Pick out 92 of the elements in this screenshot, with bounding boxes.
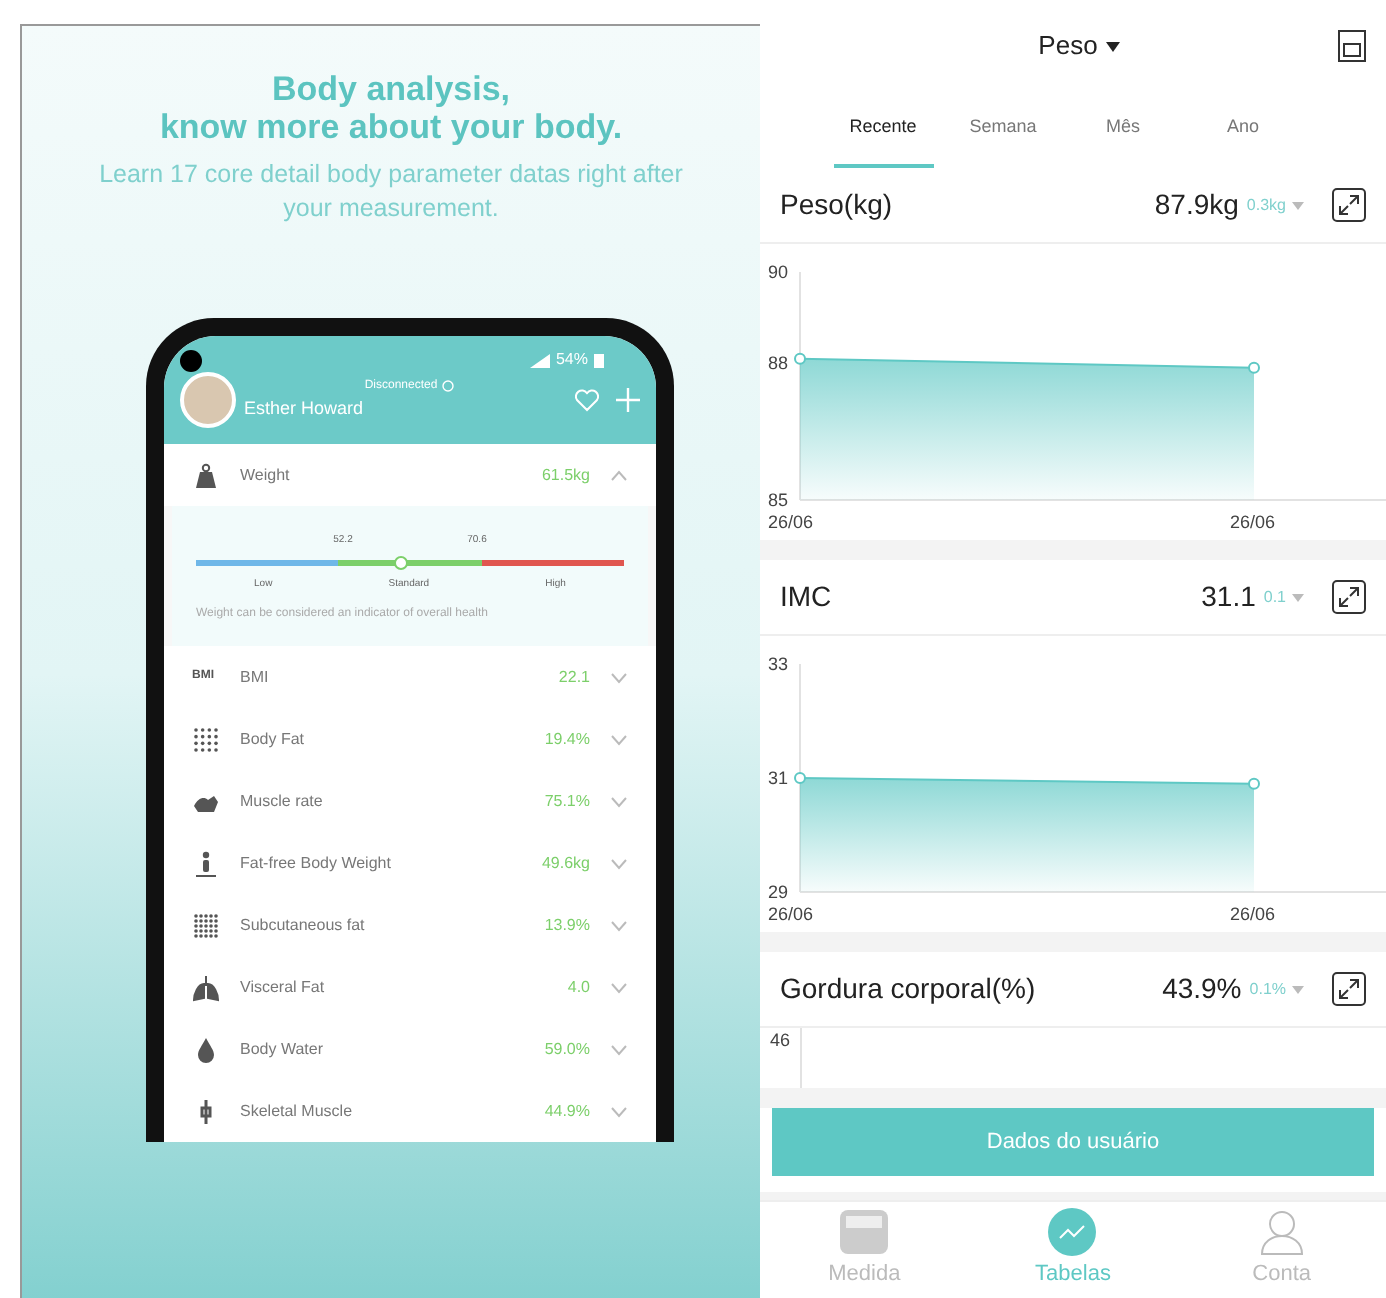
x-tick-label: 26/06	[1230, 904, 1276, 924]
data-point	[1248, 777, 1260, 790]
promo-title: Body analysis,	[271, 70, 511, 108]
metric-row[interactable]: Body Fat 19.4%	[164, 708, 656, 770]
x-tick-label: 26/06	[768, 904, 814, 924]
chevron-down-icon[interactable]	[610, 857, 628, 869]
period-tab[interactable]: Ano	[1193, 92, 1293, 168]
down-triangle-icon	[1292, 985, 1304, 993]
person-icon	[1257, 1208, 1306, 1257]
x-tick-label: 26/06	[768, 512, 814, 532]
metric-value: 13.9%	[544, 913, 590, 937]
x-tick-label: 26/06	[1230, 512, 1276, 532]
chevron-down-icon[interactable]	[610, 671, 628, 683]
metric-label: Body Fat	[240, 727, 307, 751]
metric-label: Visceral Fat	[240, 975, 327, 999]
chevron-down-icon[interactable]	[610, 733, 628, 745]
plus-icon[interactable]	[616, 388, 640, 412]
drop-icon	[192, 1035, 220, 1063]
info-icon[interactable]	[441, 380, 454, 393]
current-value: 43.9%	[1162, 970, 1242, 1008]
y-tick-label: 29	[768, 882, 789, 902]
data-point	[794, 352, 806, 365]
dropdown-caret-icon[interactable]	[1105, 41, 1120, 51]
section-title: IMC	[780, 578, 834, 616]
metric-value: 19.4%	[544, 727, 590, 751]
expand-icon[interactable]	[1332, 580, 1366, 614]
data-point	[794, 772, 806, 784]
metric-row[interactable]: Muscle rate 75.1%	[164, 770, 656, 832]
battery-icon	[594, 352, 604, 368]
scale-icon	[838, 1208, 891, 1257]
change-value: 0.1	[1263, 585, 1286, 609]
person-icon	[192, 849, 220, 877]
expand-icon[interactable]	[1332, 972, 1366, 1006]
metric-row[interactable]: Visceral Fat 4.0	[164, 956, 656, 1018]
metric-row[interactable]: Skeletal Muscle 44.9%	[164, 1080, 656, 1142]
metric-value: 44.9%	[544, 1099, 590, 1123]
y-tick-label: 33	[768, 654, 789, 674]
promo-subtitle: Learn 17 core detail body parameter datas right after your measurement.	[97, 158, 685, 226]
metric-label: Muscle rate	[240, 789, 325, 813]
dotted-grid-icon	[192, 911, 220, 939]
avatar[interactable]	[180, 372, 236, 428]
metric-value: 49.6kg	[541, 851, 590, 875]
metric-label: Fat-free Body Weight	[240, 851, 393, 875]
section-title: Peso(kg)	[780, 186, 895, 224]
chart-icon	[1048, 1208, 1097, 1257]
signal-icon	[529, 353, 550, 367]
metric-row[interactable]: Weight 61.5kg	[164, 444, 656, 506]
metric-label: Subcutaneous fat	[240, 913, 367, 937]
weight-icon	[192, 461, 220, 489]
promo-title: know more about your body.	[159, 108, 623, 146]
period-tab[interactable]: Mês	[1073, 92, 1173, 168]
metric-value: 75.1%	[544, 789, 590, 813]
section-title: Gordura corporal(%)	[780, 970, 1038, 1008]
lungs-icon	[192, 973, 220, 1001]
metric-label: Weight	[240, 463, 292, 487]
heart-icon[interactable]	[574, 388, 600, 412]
metric-row[interactable]: Fat-free Body Weight 49.6kg	[164, 832, 656, 894]
down-triangle-icon	[1292, 201, 1304, 209]
user-name: Esther Howard	[244, 395, 366, 422]
y-tick-label: 46	[770, 1028, 791, 1054]
chevron-down-icon[interactable]	[610, 981, 628, 993]
y-tick-label: 31	[768, 768, 789, 788]
dotted-grid-icon	[192, 725, 220, 753]
chevron-down-icon[interactable]	[610, 919, 628, 931]
current-value: 87.9kg	[1154, 186, 1239, 224]
change-value: 0.3kg	[1246, 193, 1286, 217]
chevron-down-icon[interactable]	[610, 1105, 628, 1117]
y-tick-label: 88	[768, 353, 789, 374]
metric-value: 22.1	[558, 665, 590, 689]
current-value: 31.1	[1201, 578, 1256, 616]
metric-row[interactable]: Subcutaneous fat 13.9%	[164, 894, 656, 956]
period-tab[interactable]: Semana	[953, 92, 1053, 168]
chevron-down-icon[interactable]	[610, 795, 628, 807]
change-value: 0.1%	[1249, 977, 1286, 1001]
metric-label: Body Water	[240, 1037, 325, 1061]
camera-hole	[180, 349, 202, 371]
y-tick-label: 85	[768, 490, 789, 510]
chevron-down-icon[interactable]	[610, 1043, 628, 1055]
metric-value: 4.0	[567, 975, 590, 999]
expand-icon[interactable]	[1332, 188, 1366, 222]
y-tick-label: 90	[768, 262, 789, 282]
metric-label: BMI	[240, 665, 271, 689]
metric-label: Skeletal Muscle	[240, 1099, 355, 1123]
down-triangle-icon	[1292, 593, 1304, 601]
metric-value: 61.5kg	[541, 463, 590, 487]
battery-percent: 54%	[555, 348, 588, 372]
metric-value: 59.0%	[544, 1037, 590, 1061]
report-icon[interactable]	[1338, 30, 1366, 62]
metric-row[interactable]: Body Water 59.0%	[164, 1018, 656, 1080]
chevron-up-icon[interactable]	[610, 469, 628, 481]
metric-selector[interactable]: Peso	[1038, 26, 1098, 66]
data-point	[1248, 361, 1260, 374]
